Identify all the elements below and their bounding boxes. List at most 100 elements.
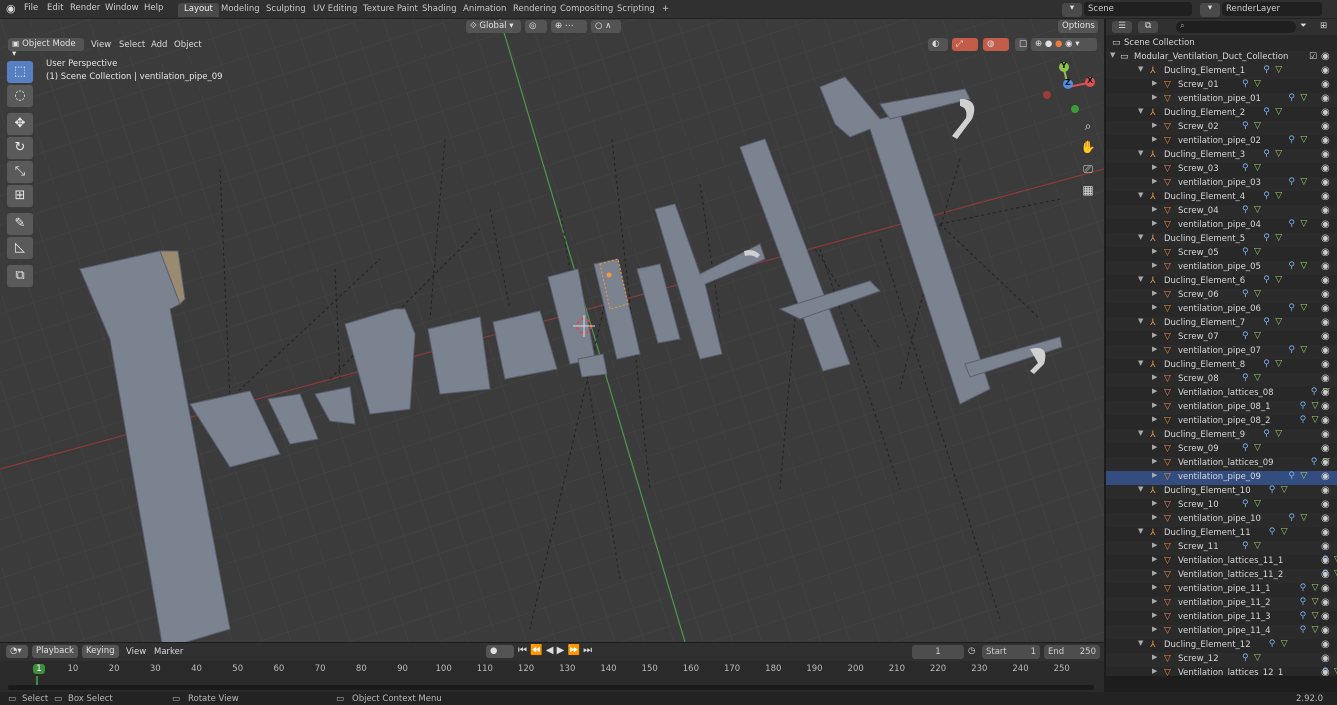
mesh-data-icon[interactable]: ▽	[1312, 583, 1319, 593]
modifier-wrench-icon[interactable]: ⚲	[1288, 261, 1295, 271]
modifier-wrench-icon[interactable]: ⚲	[1242, 373, 1249, 383]
mesh-data-icon[interactable]: ▽	[1254, 289, 1261, 299]
expand-arrow-icon[interactable]: ▶	[1152, 177, 1157, 185]
expand-arrow-icon[interactable]: ▶	[1152, 667, 1157, 675]
expand-arrow-icon[interactable]: ▼	[1138, 485, 1143, 493]
mesh-data-icon[interactable]: ▽	[1254, 331, 1261, 341]
editor-type-icon[interactable]: ◔▾	[6, 645, 28, 658]
mesh-data-icon[interactable]: ▽	[1300, 513, 1307, 523]
modifier-wrench-icon[interactable]: ⚲	[1263, 429, 1270, 439]
proportional-edit-icon[interactable]: ○ ∧	[591, 20, 621, 33]
eye-icon[interactable]: ◉	[1321, 177, 1330, 188]
expand-arrow-icon[interactable]: ▶	[1152, 163, 1157, 171]
modifier-wrench-icon[interactable]: ⚲	[1269, 485, 1276, 495]
eye-icon[interactable]: ◉	[1321, 233, 1330, 244]
object-mode-dropdown[interactable]: ▣ Object Mode ▾	[8, 38, 84, 59]
eye-icon[interactable]: ◉	[1321, 597, 1330, 608]
shading-mode-buttons[interactable]: ⊕ ● ● ◉ ▾	[1031, 38, 1097, 51]
modifier-wrench-icon[interactable]: ⚲	[1269, 527, 1276, 537]
zoom-icon[interactable]: ⌕	[1078, 116, 1098, 136]
eye-icon[interactable]: ◉	[1321, 79, 1330, 90]
collection-row[interactable]: ▼ ▭ Modular_Ventilation_Duct_Collection …	[1106, 51, 1337, 65]
eye-icon[interactable]: ◉	[1321, 219, 1330, 230]
eye-icon[interactable]: ◉	[1321, 443, 1330, 454]
modifier-wrench-icon[interactable]: ⚲	[1263, 359, 1270, 369]
modifier-wrench-icon[interactable]: ⚲	[1263, 191, 1270, 201]
mesh-data-icon[interactable]: ▽	[1254, 373, 1261, 383]
outliner-mesh-row[interactable]: ▶ ▽ ventilation_pipe_06 ⚲ ▽ ◉	[1106, 303, 1337, 317]
eye-icon[interactable]: ◉	[1321, 317, 1330, 328]
modifier-wrench-icon[interactable]: ⚲	[1263, 233, 1270, 243]
eye-icon[interactable]: ◉	[1321, 639, 1330, 650]
scene-field[interactable]: Scene	[1084, 2, 1192, 16]
xray-icon[interactable]: □	[1015, 38, 1027, 51]
timeline-menu-view[interactable]: View	[126, 647, 146, 657]
filter-icon[interactable]: ⏷	[1300, 21, 1318, 33]
expand-arrow-icon[interactable]: ▶	[1152, 471, 1157, 479]
playback-controls[interactable]: ⏮ ⏪ ◀ ▶ ⏩ ⏭	[518, 645, 592, 656]
modifier-wrench-icon[interactable]: ⚲	[1242, 541, 1249, 551]
outliner-element-row[interactable]: ▼ ⅄ Ducling_Element_11 ⚲ ▽ ◉	[1106, 527, 1337, 541]
viewport-menu-add[interactable]: Add	[151, 40, 167, 50]
outliner-element-row[interactable]: ▼ ⅄ Ducling_Element_1 ⚲ ▽ ◉	[1106, 65, 1337, 79]
mesh-data-icon[interactable]: ▽	[1312, 611, 1319, 621]
expand-arrow-icon[interactable]: ▶	[1152, 401, 1157, 409]
tab-scripting[interactable]: Scripting	[611, 3, 661, 17]
expand-arrow-icon[interactable]: ▶	[1152, 625, 1157, 633]
modifier-wrench-icon[interactable]: ⚲	[1288, 345, 1295, 355]
outliner-mesh-row[interactable]: ▶ ▽ ventilation_pipe_08_1 ⚲ ▽ ◉	[1106, 401, 1337, 415]
expand-arrow-icon[interactable]: ▼	[1138, 275, 1143, 283]
camera-icon[interactable]: ⎚	[1078, 159, 1098, 179]
expand-arrow-icon[interactable]: ▼	[1138, 65, 1143, 73]
transform-tool[interactable]: ⊞	[7, 185, 33, 207]
outliner-mesh-row[interactable]: ▶ ▽ Screw_04 ⚲ ▽ ◉	[1106, 205, 1337, 219]
modifier-wrench-icon[interactable]: ⚲	[1288, 219, 1295, 229]
expand-arrow-icon[interactable]: ▼	[1138, 191, 1143, 199]
outliner-element-row[interactable]: ▼ ⅄ Ducling_Element_4 ⚲ ▽ ◉	[1106, 191, 1337, 205]
editor-type-icon[interactable]: ☰	[1112, 21, 1132, 33]
outliner-mesh-row[interactable]: ▶ ▽ ventilation_pipe_05 ⚲ ▽ ◉	[1106, 261, 1337, 275]
mesh-data-icon[interactable]: ▽	[1254, 499, 1261, 509]
eye-icon[interactable]: ◉	[1321, 471, 1330, 482]
expand-arrow-icon[interactable]: ▼	[1110, 51, 1115, 59]
outliner-element-row[interactable]: ▼ ⅄ Ducling_Element_5 ⚲ ▽ ◉	[1106, 233, 1337, 247]
expand-arrow-icon[interactable]: ▼	[1138, 233, 1143, 241]
outliner-mesh-row[interactable]: ▶ ▽ ventilation_pipe_02 ⚲ ▽ ◉	[1106, 135, 1337, 149]
pivot-icon[interactable]: ◎	[525, 20, 547, 33]
eye-icon[interactable]: ◉	[1321, 261, 1330, 272]
modifier-wrench-icon[interactable]: ⚲	[1263, 275, 1270, 285]
outliner-mesh-row[interactable]: ▶ ▽ Screw_11 ⚲ ▽ ◉	[1106, 541, 1337, 555]
mesh-data-icon[interactable]: ▽	[1312, 597, 1319, 607]
modifier-wrench-icon[interactable]: ⚲	[1300, 583, 1307, 593]
expand-arrow-icon[interactable]: ▼	[1138, 359, 1143, 367]
move-tool[interactable]: ✥	[7, 113, 33, 135]
modifier-wrench-icon[interactable]: ⚲	[1242, 121, 1249, 131]
outliner-element-row[interactable]: ▼ ⅄ Ducling_Element_10 ⚲ ▽ ◉	[1106, 485, 1337, 499]
timeline-scrollbar[interactable]	[8, 685, 1094, 690]
expand-arrow-icon[interactable]: ▼	[1138, 107, 1143, 115]
modifier-wrench-icon[interactable]: ⚲	[1242, 653, 1249, 663]
expand-arrow-icon[interactable]: ▼	[1138, 639, 1143, 647]
overlay-toggle-icon[interactable]: ◍	[983, 38, 1009, 51]
outliner-mesh-row[interactable]: ▶ ▽ Screw_03 ⚲ ▽ ◉	[1106, 163, 1337, 177]
modifier-wrench-icon[interactable]: ⚲	[1263, 317, 1270, 327]
expand-arrow-icon[interactable]: ▶	[1152, 205, 1157, 213]
eye-icon[interactable]: ◉	[1321, 121, 1330, 132]
modifier-wrench-icon[interactable]: ⚲	[1288, 135, 1295, 145]
outliner-mesh-row[interactable]: ▶ ▽ Screw_10 ⚲ ▽ ◉	[1106, 499, 1337, 513]
eye-icon[interactable]: ◉	[1321, 247, 1330, 258]
menu-help[interactable]: Help	[144, 3, 163, 13]
outliner-element-row[interactable]: ▼ ⅄ Ducling_Element_2 ⚲ ▽ ◉	[1106, 107, 1337, 121]
outliner-mesh-row[interactable]: ▶ ▽ Screw_02 ⚲ ▽ ◉	[1106, 121, 1337, 135]
tab-modeling[interactable]: Modeling	[215, 3, 266, 17]
mesh-data-icon[interactable]: ▽	[1254, 653, 1261, 663]
eye-icon[interactable]: ◉	[1321, 485, 1330, 496]
modifier-wrench-icon[interactable]: ⚲	[1242, 79, 1249, 89]
expand-arrow-icon[interactable]: ▶	[1152, 387, 1157, 395]
modifier-wrench-icon[interactable]: ⚲	[1300, 597, 1307, 607]
mesh-data-icon[interactable]: ▽	[1275, 317, 1282, 327]
expand-arrow-icon[interactable]: ▶	[1152, 443, 1157, 451]
tab-animation[interactable]: Animation	[457, 3, 512, 17]
outliner-mesh-row[interactable]: ▶ ▽ ventilation_pipe_10 ⚲ ▽ ◉	[1106, 513, 1337, 527]
modifier-wrench-icon[interactable]: ⚲	[1300, 415, 1307, 425]
